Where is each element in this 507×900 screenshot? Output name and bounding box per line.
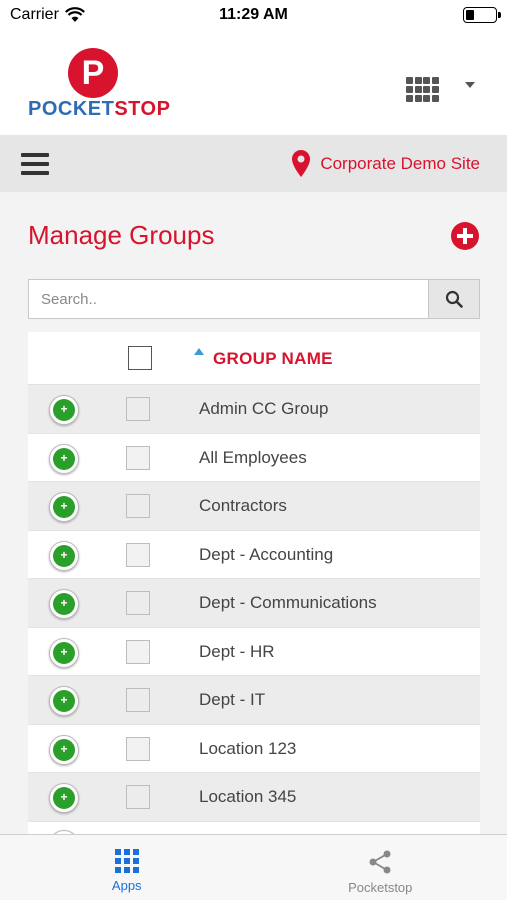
- table-row[interactable]: + All Employees: [28, 433, 480, 482]
- hamburger-icon[interactable]: [21, 153, 49, 175]
- add-group-button[interactable]: [451, 222, 479, 250]
- add-member-icon[interactable]: +: [49, 492, 79, 522]
- group-name: Location 123: [199, 738, 297, 758]
- logo-text-stop: STOP: [114, 98, 171, 120]
- table-row[interactable]: + Location 123: [28, 724, 480, 773]
- group-name: Dept - HR: [199, 641, 275, 661]
- site-name: Corporate Demo Site: [320, 153, 480, 173]
- row-checkbox[interactable]: [126, 542, 150, 567]
- group-name: Contractors: [199, 496, 287, 515]
- carrier-label: Carrier: [10, 6, 59, 23]
- table-header: GROUP NAME: [28, 332, 480, 385]
- add-member-icon[interactable]: +: [49, 637, 79, 668]
- table-row[interactable]: + Location 345: [28, 773, 480, 822]
- page-title: Manage Groups: [28, 220, 215, 250]
- add-member-icon[interactable]: +: [49, 686, 79, 716]
- row-checkbox[interactable]: [126, 785, 150, 809]
- table-row[interactable]: + Contractors: [28, 482, 480, 531]
- caret-down-icon[interactable]: [465, 82, 475, 88]
- table-body: + Admin CC Group + All Employees + Contractor…: [28, 385, 480, 834]
- group-name: Dept - Accounting: [199, 544, 334, 564]
- table-row[interactable]: + Dept - HR: [28, 627, 480, 676]
- row-checkbox[interactable]: [126, 591, 150, 615]
- group-name: Location 345: [199, 787, 297, 806]
- sort-ascending-icon[interactable]: [194, 348, 204, 355]
- search-button[interactable]: [428, 280, 479, 318]
- row-checkbox[interactable]: [126, 397, 150, 421]
- add-member-icon[interactable]: +: [49, 443, 79, 474]
- logo-badge: P: [68, 48, 118, 98]
- add-member-icon[interactable]: +: [49, 589, 79, 619]
- search-icon: [445, 290, 463, 308]
- row-checkbox[interactable]: [126, 736, 150, 761]
- apps-grid-icon: [114, 849, 139, 873]
- battery-icon: [463, 7, 501, 23]
- tab-pocketstop-label: Pocketstop: [348, 880, 413, 895]
- main-content: Manage Groups GROUP NAME + Admin CC Group…: [0, 192, 507, 834]
- row-checkbox[interactable]: [126, 494, 150, 518]
- status-left: Carrier: [10, 6, 85, 24]
- site-selector[interactable]: Corporate Demo Site: [292, 150, 480, 177]
- logo-text-pocket: POCKET: [28, 98, 115, 120]
- group-name-column-header[interactable]: GROUP NAME: [213, 349, 333, 369]
- tab-bar: Apps Pocketstop: [0, 834, 507, 900]
- group-name: All Employees: [199, 447, 307, 467]
- row-checkbox[interactable]: [126, 639, 150, 664]
- group-name: Admin CC Group: [199, 399, 329, 418]
- logo-wordmark: POCKETSTOP: [28, 98, 170, 121]
- tab-apps-label: Apps: [111, 878, 142, 893]
- add-member-icon[interactable]: +: [49, 395, 79, 425]
- status-bar: Carrier 11:29 AM: [0, 0, 507, 30]
- pocketstop-logo[interactable]: P POCKETSTOP: [28, 48, 170, 121]
- search-bar: [28, 279, 480, 319]
- table-row[interactable]: + Dept - Communications: [28, 579, 480, 628]
- table-row[interactable]: + Admin CC Group: [28, 385, 480, 434]
- map-pin-icon: [292, 150, 311, 177]
- app-header: P POCKETSTOP: [0, 30, 507, 135]
- tab-pocketstop[interactable]: Pocketstop: [254, 835, 507, 900]
- add-member-icon[interactable]: +: [49, 540, 79, 571]
- row-checkbox[interactable]: [126, 445, 150, 470]
- nav-bar: Corporate Demo Site: [0, 135, 507, 192]
- group-name: Dept - Communications: [199, 593, 377, 612]
- tab-apps[interactable]: Apps: [0, 835, 254, 900]
- add-member-icon[interactable]: +: [49, 783, 79, 813]
- groups-table: GROUP NAME + Admin CC Group + All Employees…: [28, 332, 480, 834]
- share-icon: [369, 850, 391, 874]
- grid-icon[interactable]: [406, 77, 439, 103]
- table-row[interactable]: [28, 821, 480, 834]
- add-member-icon[interactable]: +: [49, 734, 79, 765]
- select-all-checkbox[interactable]: [128, 346, 152, 370]
- row-checkbox[interactable]: [126, 688, 150, 712]
- group-name: Dept - IT: [199, 690, 266, 709]
- table-row[interactable]: + Dept - Accounting: [28, 530, 480, 579]
- wifi-icon: [64, 7, 85, 22]
- table-row[interactable]: + Dept - IT: [28, 676, 480, 725]
- search-input[interactable]: [29, 280, 428, 318]
